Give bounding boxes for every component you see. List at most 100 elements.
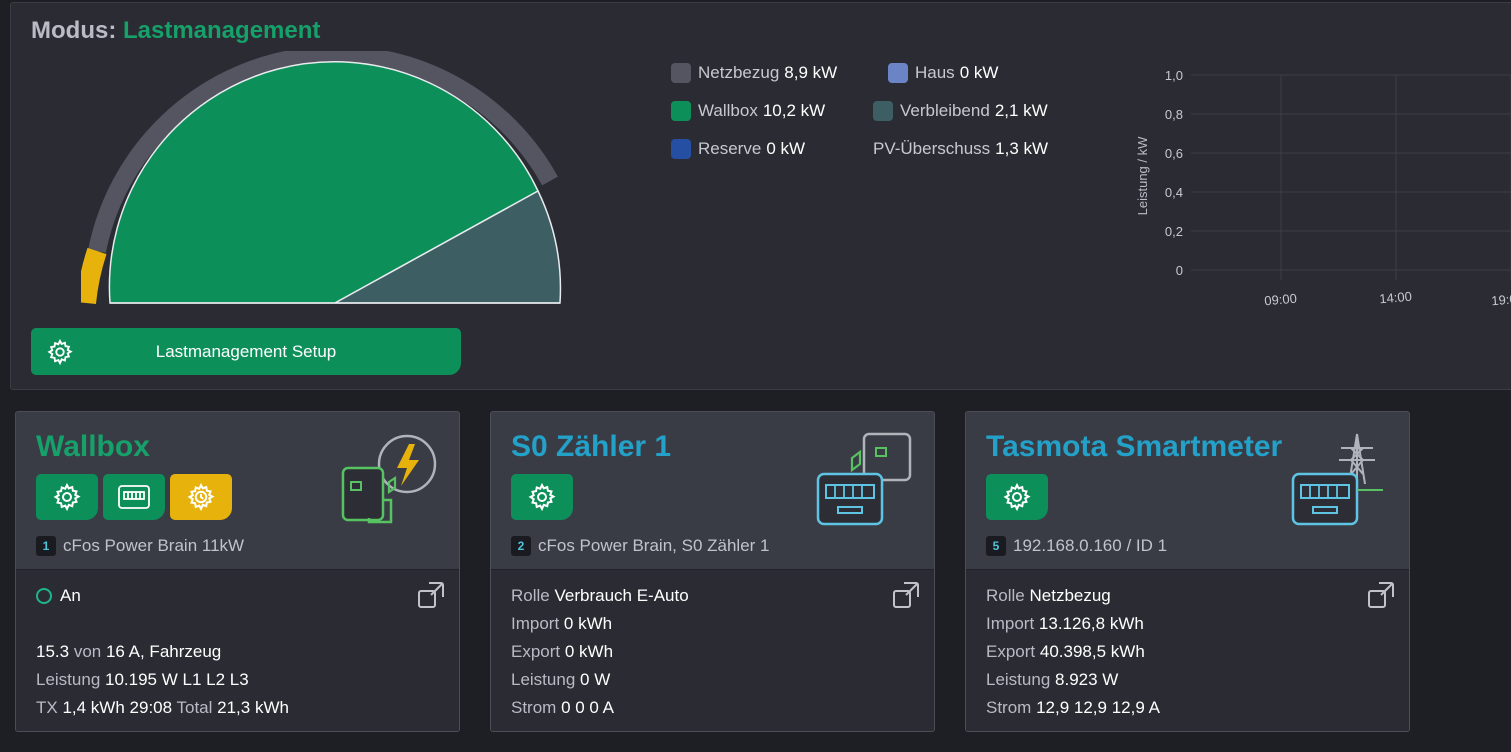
legend-label: Netzbezug [698,63,780,82]
power-value: 10.195 W L1 L2 L3 [105,670,249,689]
current-label: Strom [511,698,557,717]
card-title: S0 Zähler 1 [511,430,672,463]
y-tick: 0,4 [1165,185,1183,200]
device-card-wallbox: Wallbox 1 cFos Power Brain 11kW An 15.3 … [15,411,460,732]
power-row: Leistung 8.923 W [986,670,1118,690]
export-label: Export [986,642,1036,661]
mode-heading: Modus: Lastmanagement [31,17,320,45]
legend-value: 1,3 kW [995,139,1049,158]
card-title: Wallbox [36,430,150,463]
mode-label: Modus: [31,17,117,44]
device-id-badge: 5 [986,536,1006,556]
card-subtitle: 5 192.168.0.160 / ID 1 [986,536,1167,556]
chart-grid [1191,74,1511,280]
settings-button[interactable] [986,474,1048,520]
status-ring-icon [36,588,52,604]
legend-value: 0 kW [959,63,999,82]
power-value: 0 W [580,670,611,689]
power-row: Leistung 10.195 W L1 L2 L3 [36,670,249,690]
current-row: Strom 0 0 0 A [511,698,614,718]
device-address: 192.168.0.160 / ID 1 [1013,536,1168,555]
x-tick: 09:00 [1264,291,1298,309]
role-label: Rolle [511,586,550,605]
card-header: Tasmota Smartmeter 5 192.168.0.160 / ID … [966,412,1409,570]
legend-value: 0 kW [766,139,806,158]
gauge-ring-reserve [81,247,107,305]
power-row: Leistung 0 W [511,670,610,690]
current-value: 0 0 0 A [561,698,615,717]
legend-item-haus: Haus 0 kW [888,63,998,83]
legend-value: 2,1 kW [994,101,1048,120]
legend-item-pv-ueberschuss: PV-Überschuss 1,3 kW [873,139,1048,159]
card-header: Wallbox 1 cFos Power Brain 11kW [16,412,459,570]
export-row: Export 0 kWh [511,642,613,662]
legend-label: Reserve [698,139,762,158]
import-label: Import [511,614,560,633]
card-body: Rolle Verbrauch E-Auto Import 0 kWh Expo… [491,570,934,731]
card-body: Rolle Netzbezug Import 13.126,8 kWh Expo… [966,570,1409,731]
import-value: 0 kWh [563,614,613,633]
legend-label: Verbleibend [900,101,990,120]
lastmanagement-setup-button[interactable]: Lastmanagement Setup [31,328,461,375]
current-row: Strom 12,9 12,9 12,9 A [986,698,1160,718]
grid-meter-icon [1291,433,1383,526]
settings-button[interactable] [36,474,98,520]
role-label: Rolle [986,586,1025,605]
power-history-chart: 1,0 0,8 0,6 0,4 0,2 0 Leistung / kW 09:0… [1135,68,1511,309]
open-details-icon[interactable] [892,580,922,610]
legend-item-netzbezug: Netzbezug 8,9 kW [671,63,837,83]
y-tick: 0,2 [1165,224,1183,239]
x-tick: 19:00 [1491,291,1511,309]
device-name: cFos Power Brain 11kW [63,536,245,555]
export-value: 0 kWh [564,642,614,661]
legend-item-reserve: Reserve 0 kW [671,139,805,159]
legend-value: 8,9 kW [784,63,838,82]
gear-clock-icon [187,482,215,512]
y-axis-label: Leistung / kW [1135,136,1150,215]
power-label: Leistung [36,670,105,689]
meter-display-icon [118,485,150,509]
wallbox-charging-icon [341,434,437,524]
gear-icon [47,338,73,366]
current-row: 15.3 von 16 A, Fahrzeug [36,642,221,662]
s0-meter-icon [816,432,912,526]
role-row: Rolle Verbrauch E-Auto [511,586,689,606]
load-gauge [81,51,562,305]
gear-icon [1003,482,1031,512]
status-text: An [60,586,81,605]
card-subtitle: 1 cFos Power Brain 11kW [36,536,244,556]
meter-button[interactable] [103,474,165,520]
y-tick: 0 [1176,263,1183,278]
legend-label: Haus [915,63,955,82]
legend-label: Wallbox [698,101,758,120]
open-details-icon[interactable] [417,580,447,610]
role-value: Verbrauch E-Auto [554,586,689,605]
export-row: Export 40.398,5 kWh [986,642,1145,662]
legend-item-wallbox: Wallbox 10,2 kW [671,101,825,121]
gear-icon [528,482,556,512]
gear-icon [53,482,81,512]
import-label: Import [986,614,1035,633]
power-label: Leistung [986,670,1051,689]
netzbezug-swatch [671,63,691,83]
settings-button[interactable] [511,474,573,520]
y-tick: 0,6 [1165,146,1183,161]
role-value: Netzbezug [1029,586,1111,605]
open-details-icon[interactable] [1367,580,1397,610]
haus-swatch [888,63,908,83]
total-value: 21,3 kWh [217,698,289,717]
tx-label: TX [36,698,63,717]
current-of-label: von [69,642,106,661]
setup-button-label: Lastmanagement Setup [155,341,337,361]
y-tick: 1,0 [1165,68,1183,83]
schedule-settings-button[interactable] [170,474,232,520]
y-tick: 0,8 [1165,107,1183,122]
current-label: Strom [986,698,1032,717]
export-value: 40.398,5 kWh [1039,642,1145,661]
import-value: 13.126,8 kWh [1038,614,1144,633]
legend-item-verbleibend: Verbleibend 2,1 kW [873,101,1048,121]
reserve-swatch [671,139,691,159]
role-row: Rolle Netzbezug [986,586,1111,606]
device-name: cFos Power Brain, S0 Zähler 1 [538,536,770,555]
card-header: S0 Zähler 1 2 cFos Power Brain, S0 Zähle… [491,412,934,570]
